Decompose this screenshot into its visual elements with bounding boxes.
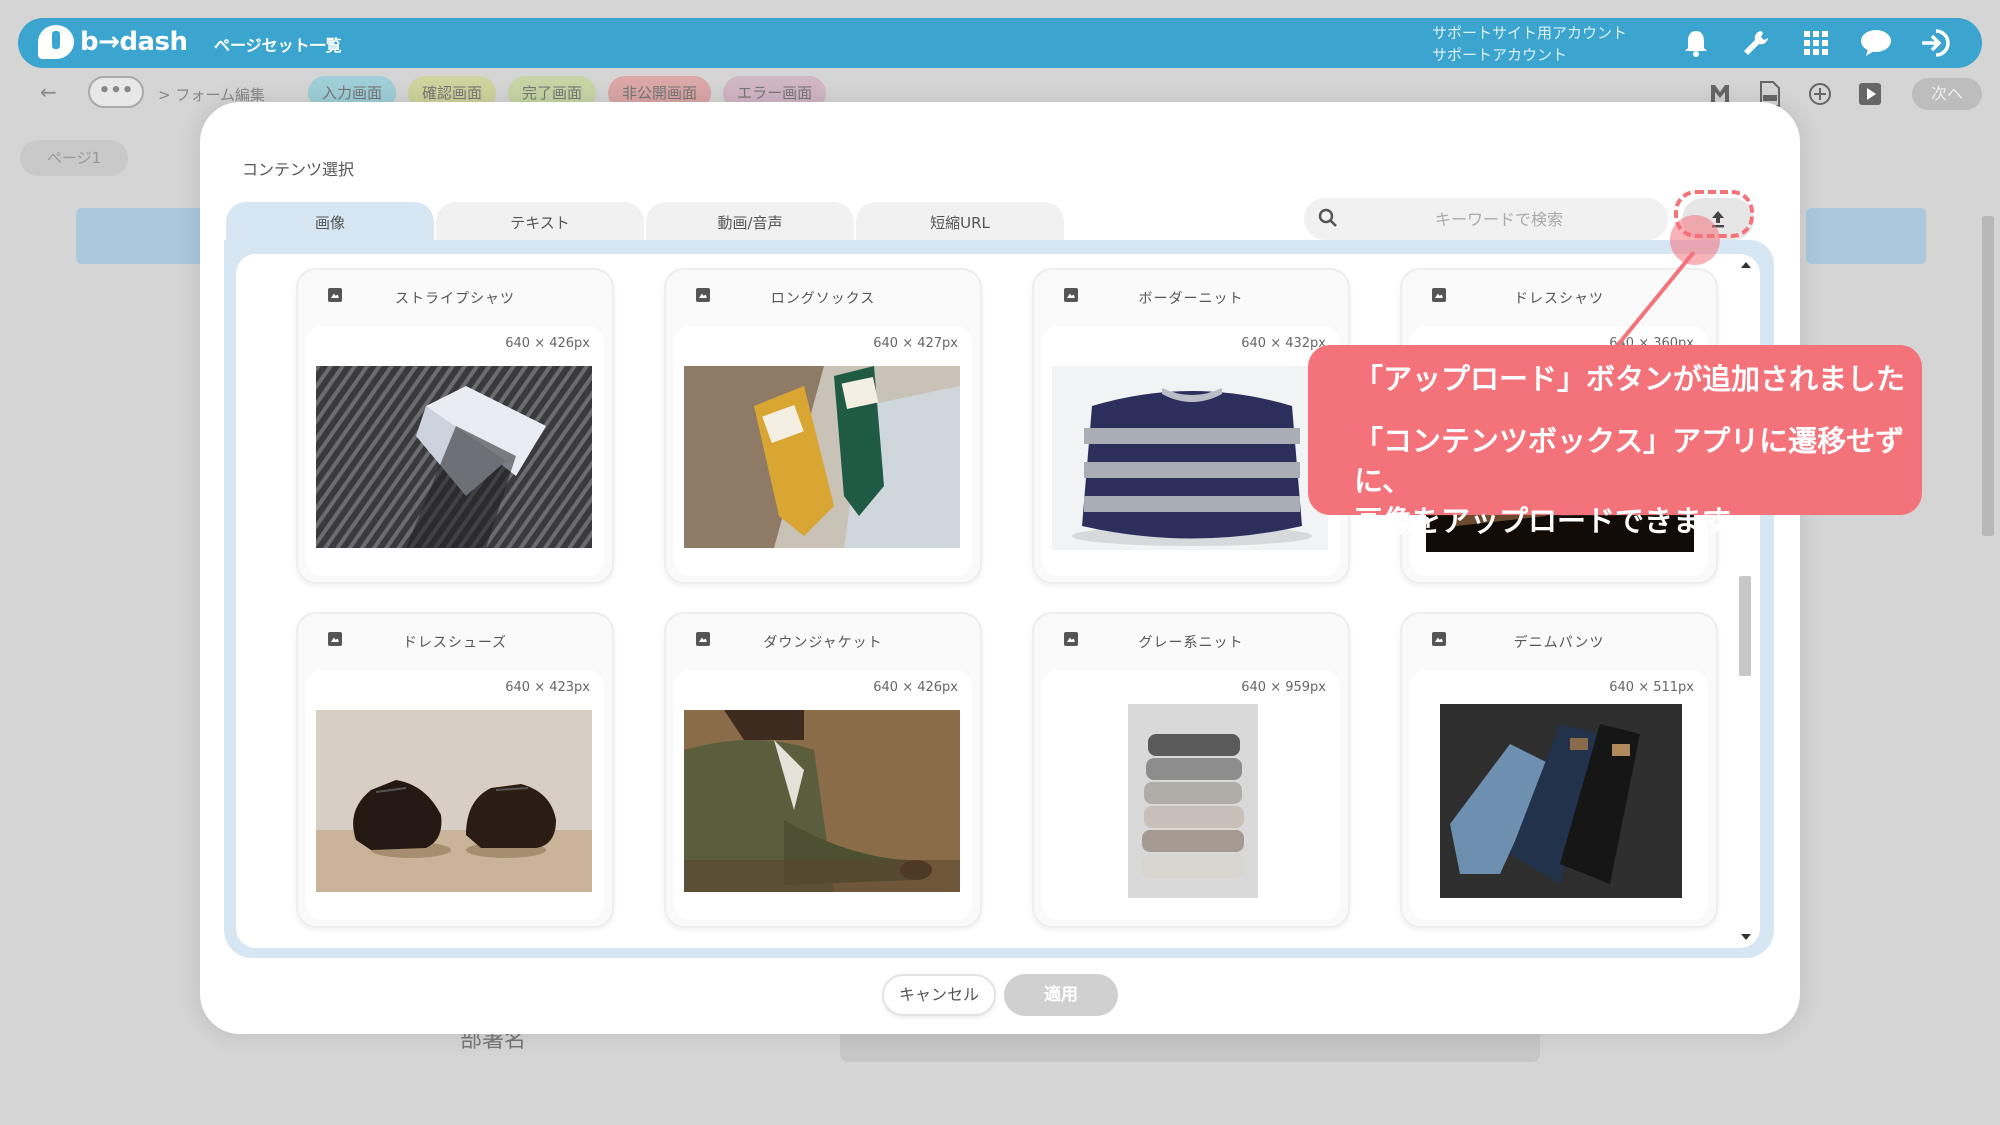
content-scrollbar-thumb[interactable] <box>1739 576 1751 676</box>
chat-icon[interactable] <box>1858 26 1894 60</box>
modal-title: コンテンツ選択 <box>242 160 355 179</box>
card-name: ダウンジャケット <box>763 635 883 651</box>
card-name: グレー系ニット <box>1138 635 1244 651</box>
card-header: ボーダーニット <box>1034 270 1348 326</box>
scroll-down-icon[interactable] <box>1741 934 1751 940</box>
page-chip[interactable]: ページ1 <box>20 140 128 176</box>
callout-line-2: 「コンテンツボックス」アプリに遷移せずに、 <box>1354 424 1905 498</box>
thumbnail-border-knit <box>1052 366 1328 550</box>
content-card[interactable]: ロングソックス 640 × 427px <box>664 268 982 584</box>
more-button[interactable]: ••• <box>88 76 144 108</box>
callout-pointer-dot <box>1670 215 1720 265</box>
wrench-icon[interactable] <box>1738 26 1774 60</box>
account-line-2: サポートアカウント <box>1432 46 1568 64</box>
tab-image[interactable]: 画像 <box>226 202 434 244</box>
background-section-card <box>1806 208 1926 264</box>
search-icon <box>1318 208 1337 227</box>
thumbnail-dress-shoes <box>316 710 592 892</box>
content-card[interactable]: ストライプシャツ 640 × 426px <box>296 268 614 584</box>
logo-text: b→dash <box>80 27 188 57</box>
content-tabs: 画像 テキスト 動画/音声 短縮URL <box>226 202 1064 244</box>
card-name: ドレスシューズ <box>402 635 508 651</box>
card-name: デニムパンツ <box>1513 635 1605 651</box>
logo[interactable]: b→dash <box>38 25 188 59</box>
card-header: ストライプシャツ <box>298 270 612 326</box>
card-size: 640 × 423px <box>505 680 590 695</box>
play-icon[interactable] <box>1856 80 1884 108</box>
logout-icon[interactable] <box>1918 26 1954 60</box>
card-body: 640 × 426px <box>306 326 604 576</box>
scroll-up-icon[interactable] <box>1741 262 1751 268</box>
content-card[interactable]: ドレスシューズ 640 × 423px <box>296 612 614 928</box>
callout-line-3: 画像をアップロードできます <box>1354 504 1732 538</box>
card-header: デニムパンツ <box>1402 614 1716 670</box>
tab-short-url[interactable]: 短縮URL <box>856 202 1064 244</box>
content-card[interactable]: ボーダーニット 640 × 432px <box>1032 268 1350 584</box>
apply-button[interactable]: 適用 <box>1004 974 1118 1016</box>
card-size: 640 × 427px <box>873 336 958 351</box>
card-header: ドレスシューズ <box>298 614 612 670</box>
card-size: 640 × 426px <box>505 336 590 351</box>
card-name: ストライプシャツ <box>395 291 515 307</box>
card-size: 640 × 432px <box>1241 336 1326 351</box>
card-body: 640 × 426px <box>674 670 972 920</box>
card-body: 640 × 432px <box>1042 326 1340 576</box>
thumbnail-long-socks <box>684 366 960 548</box>
card-size: 640 × 426px <box>873 680 958 695</box>
page-scrollbar-thumb[interactable] <box>1982 216 1994 536</box>
back-button[interactable]: ← <box>40 80 57 104</box>
grid-icon[interactable] <box>1798 26 1834 60</box>
thumbnail-down-jacket <box>684 710 960 892</box>
card-header: ダウンジャケット <box>666 614 980 670</box>
content-card[interactable]: グレー系ニット 640 × 959px <box>1032 612 1350 928</box>
card-size: 640 × 511px <box>1609 680 1694 695</box>
thumbnail-denim-pants <box>1440 704 1682 898</box>
callout-line-1: 「アップロード」ボタンが追加されました <box>1354 362 1906 396</box>
logo-bubble-icon <box>38 25 74 59</box>
app-header: b→dash ページセット一覧 サポートサイト用アカウント サポートアカウント <box>18 18 1982 68</box>
card-name: ロングソックス <box>770 291 876 307</box>
card-header: ロングソックス <box>666 270 980 326</box>
card-size: 640 × 959px <box>1241 680 1326 695</box>
card-body: 640 × 427px <box>674 326 972 576</box>
card-name: ボーダーニット <box>1138 291 1244 307</box>
tab-text[interactable]: テキスト <box>436 202 644 244</box>
search-input[interactable] <box>1344 198 1654 240</box>
page-scrollbar[interactable] <box>1980 196 1996 1116</box>
thumbnail-striped-shirt <box>316 366 592 548</box>
card-header: グレー系ニット <box>1034 614 1348 670</box>
tab-video-audio[interactable]: 動画/音声 <box>646 202 854 244</box>
cancel-button[interactable]: キャンセル <box>882 974 996 1016</box>
card-body: 640 × 959px <box>1042 670 1340 920</box>
add-circle-icon[interactable] <box>1806 80 1834 108</box>
content-card[interactable]: デニムパンツ 640 × 511px <box>1400 612 1718 928</box>
content-card[interactable]: ダウンジャケット 640 × 426px <box>664 612 982 928</box>
account-line-1: サポートサイト用アカウント <box>1432 24 1628 42</box>
card-body: 640 × 423px <box>306 670 604 920</box>
header-title[interactable]: ページセット一覧 <box>214 32 342 56</box>
thumbnail-grey-knit <box>1128 704 1258 898</box>
content-select-modal: コンテンツ選択 画像 テキスト 動画/音声 短縮URL ストライプシャツ 640 <box>200 102 1800 1034</box>
annotation-callout: 「アップロード」ボタンが追加されました 「コンテンツボックス」アプリに遷移せずに… <box>1308 345 1922 538</box>
bell-icon[interactable] <box>1678 26 1714 60</box>
search-box <box>1304 198 1668 240</box>
account-info[interactable]: サポートサイト用アカウント サポートアカウント <box>1432 22 1627 66</box>
card-body: 640 × 511px <box>1410 670 1708 920</box>
next-button[interactable]: 次へ <box>1912 78 1982 110</box>
header-icons <box>1678 26 1954 60</box>
